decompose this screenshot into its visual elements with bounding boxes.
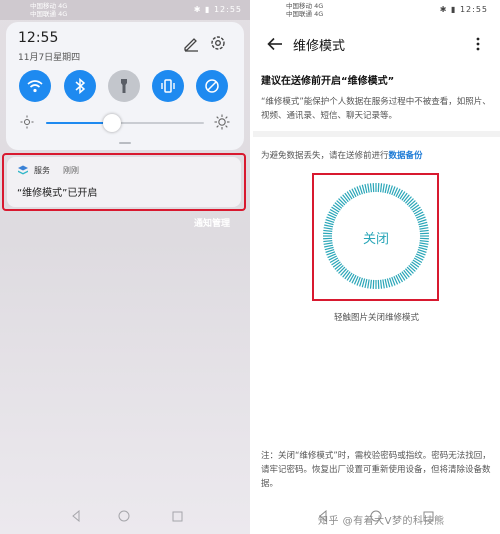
carrier-1: 中国移动 4G — [30, 2, 68, 10]
dial-tick — [384, 184, 388, 194]
dial-tick — [361, 184, 366, 194]
dial-tick — [338, 198, 346, 206]
auto-rotate-tile[interactable] — [196, 70, 228, 102]
note-text: 注：关闭“维修模式”时，需校验密码或指纹。密码无法找回，请牢记密码。恢复出厂设置… — [261, 451, 491, 489]
flashlight-tile[interactable] — [108, 70, 140, 102]
service-app-icon — [18, 165, 28, 175]
brightness-high-icon — [214, 114, 230, 130]
vibrate-icon — [161, 79, 175, 93]
service-notification[interactable]: 服务 刚刚 “维修模式”已开启 — [7, 157, 241, 207]
dial-tick — [382, 279, 385, 289]
dial-tick — [406, 198, 414, 206]
vibrate-tile[interactable] — [152, 70, 184, 102]
dial-tick — [364, 184, 368, 194]
back-nav-icon[interactable] — [70, 510, 82, 522]
brightness-low-icon — [20, 115, 34, 129]
dial-tick — [418, 221, 428, 226]
notification-app-name: 服务 — [34, 166, 50, 175]
dial-caption: 轻触图片关闭维修模式 — [333, 313, 419, 323]
carrier-info: 中国移动 4G 中国联通 4G — [286, 2, 323, 18]
dial-tick — [382, 183, 385, 193]
dial-label[interactable]: 关闭 — [320, 228, 432, 247]
page-title: 维修模式 — [293, 39, 346, 54]
dial-tick — [418, 224, 428, 228]
back-arrow-icon[interactable] — [267, 37, 283, 51]
brightness-slider[interactable] — [46, 114, 204, 132]
panel-drag-handle[interactable] — [119, 142, 131, 144]
section-divider — [253, 131, 500, 137]
dial-tick — [380, 183, 383, 193]
clock-date: 11月7日星期四 — [18, 53, 81, 63]
description-text: “维修模式”能保护个人数据在服务过程中不被查看，如照片、视频、通讯录、短信、聊天… — [261, 97, 491, 121]
status-right: ✱ ▮ 12:55 — [193, 5, 242, 14]
clock-time: 12:55 — [18, 30, 59, 46]
wifi-tile[interactable] — [19, 70, 51, 102]
home-nav-icon[interactable] — [118, 510, 130, 522]
dial-tick — [324, 246, 334, 251]
notification-message: “维修模式”已开启 — [17, 188, 98, 199]
dial-tick — [418, 246, 428, 251]
brightness-thumb[interactable] — [103, 114, 121, 132]
dial-tick — [364, 278, 368, 288]
notification-shade-screen: 中国移动 4G 中国联通 4G ✱ ▮ 12:55 12:55 11月7日星期四 — [0, 0, 250, 534]
dial-tick — [324, 221, 334, 226]
watermark: 知乎 @有着大V梦的科技熊 — [318, 516, 445, 527]
dial-tick — [386, 184, 391, 194]
backup-hint: 为避免数据丢失，请在送修前进行数据备份 — [261, 149, 423, 161]
dial-tick — [386, 278, 391, 288]
status-bar: 中国移动 4G 中国联通 4G ✱ ▮ 12:55 — [253, 0, 500, 20]
bluetooth-tile[interactable] — [64, 70, 96, 102]
gear-icon[interactable] — [209, 34, 227, 52]
dial-tick — [369, 183, 372, 193]
wifi-icon — [27, 80, 43, 93]
carrier-2: 中国联通 4G — [286, 10, 324, 18]
dial-tick — [367, 183, 370, 193]
carrier-2: 中国联通 4G — [30, 10, 68, 18]
maintenance-mode-screen: 中国移动 4G 中国联通 4G ✱ ▮ 12:55 维修模式 建议在送修前开启“… — [253, 0, 500, 534]
notification-time: 刚刚 — [63, 166, 79, 175]
dial-tick — [384, 278, 388, 288]
status-bar: 中国移动 4G 中国联通 4G ✱ ▮ 12:55 — [0, 0, 250, 20]
dial-tick — [369, 279, 372, 289]
quick-settings-panel: 12:55 11月7日星期四 — [6, 22, 244, 150]
flashlight-icon — [121, 79, 127, 93]
carrier-1: 中国移动 4G — [286, 2, 324, 10]
edit-icon[interactable] — [182, 34, 200, 52]
dial-tick — [324, 224, 334, 228]
carrier-info: 中国移动 4G 中国联通 4G — [30, 2, 67, 18]
navigation-bar — [0, 506, 250, 528]
recents-nav-icon[interactable] — [172, 511, 183, 522]
dial-tick — [338, 266, 346, 274]
bluetooth-icon — [75, 77, 86, 95]
section-heading: 建议在送修前开启“维修模式” — [261, 76, 395, 87]
more-options-icon[interactable] — [475, 36, 481, 52]
status-right: ✱ ▮ 12:55 — [439, 5, 488, 14]
auto-rotate-icon — [205, 79, 219, 93]
data-backup-link[interactable]: 数据备份 — [389, 151, 423, 161]
dial-tick — [361, 278, 366, 288]
backup-hint-text: 为避免数据丢失，请在送修前进行 — [261, 151, 389, 161]
dial-tick — [406, 266, 414, 274]
notification-manage-button[interactable]: 通知管理 — [194, 216, 230, 229]
dial-tick — [367, 279, 370, 289]
dial-tick — [380, 279, 383, 289]
